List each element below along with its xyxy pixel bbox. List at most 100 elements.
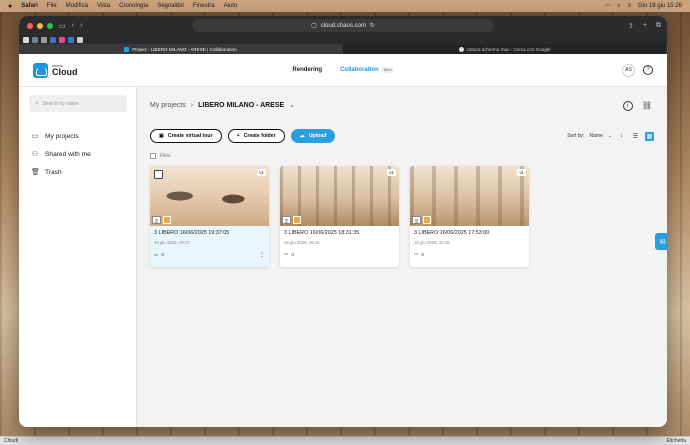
- chaos-cloud-logo[interactable]: chaos Cloud: [33, 62, 78, 78]
- sidebar-item-shared-with-me[interactable]: ⚇ Shared with me: [31, 145, 126, 163]
- status-right-text: Etichetta: [666, 438, 686, 444]
- grid-view-icon[interactable]: ▦: [645, 131, 654, 141]
- wifi-icon[interactable]: ◠: [605, 3, 610, 10]
- upload-button[interactable]: ☁ Upload: [290, 129, 336, 143]
- plus-icon: +: [236, 133, 240, 139]
- favorite-5-icon[interactable]: [59, 36, 65, 43]
- browser-toolbar: ▭ ‹ › ▢ cloud.chaos.com ↻ ⇪ + ⧉: [19, 16, 667, 35]
- favorite-4-icon[interactable]: [50, 36, 56, 43]
- tab-collaboration[interactable]: Project - LIBERO MILANO - ARESE | Collab…: [19, 44, 343, 54]
- more-options-icon[interactable]: ⋮: [259, 251, 265, 258]
- tab-label: cattura schermo mac - Cerca con Google: [466, 46, 551, 52]
- breadcrumb: My projects › LIBERO MILANO - ARESE ⌄: [150, 101, 654, 110]
- chevron-down-icon[interactable]: ⌄: [608, 133, 612, 139]
- address-text: cloud.chaos.com: [320, 22, 366, 29]
- user-avatar[interactable]: AS: [622, 63, 635, 77]
- background-status-bar: Chiudi Etichetta: [0, 436, 690, 445]
- sort-label: Sort by:: [567, 133, 585, 139]
- sort-direction-icon[interactable]: ↓: [617, 132, 626, 141]
- file-title: 3 LIBERO 16/06/2025 18:31:35: [284, 230, 360, 236]
- file-card[interactable]: v1 ◫ 3 LIBERO 16/06/2025 17:53:00 16 giu…: [410, 166, 529, 267]
- breadcrumb-root[interactable]: My projects: [150, 102, 186, 109]
- file-checkbox[interactable]: [154, 170, 163, 179]
- create-folder-button[interactable]: + Create folder: [227, 129, 285, 143]
- panorama-type-icon: ◫: [152, 216, 161, 224]
- favorites-bar: [19, 35, 667, 44]
- status-badge-icon: [163, 216, 171, 224]
- file-card[interactable]: v1 ◫ 3 LIBERO 16/06/2025 18:31:35 16 giu…: [280, 166, 399, 267]
- tab-bar: Project - LIBERO MILANO - ARESE | Collab…: [19, 44, 667, 54]
- zoom-window-button[interactable]: [47, 22, 53, 29]
- menu-file[interactable]: File: [47, 3, 57, 9]
- panorama-thumbnail[interactable]: v1 ◫: [150, 166, 269, 226]
- help-icon[interactable]: ?: [643, 65, 653, 75]
- chevron-down-icon[interactable]: ⌄: [289, 101, 295, 109]
- app-header: chaos Cloud Rendering Collaboration Beta …: [19, 54, 667, 87]
- version-badge: v1: [257, 169, 266, 176]
- sidebar-item-label: Trash: [45, 168, 62, 176]
- favorite-1-icon[interactable]: [23, 36, 29, 43]
- info-icon[interactable]: i: [622, 101, 633, 111]
- chaos-favicon-icon: [124, 46, 130, 52]
- file-date: 18 giu 2025, 19:37: [154, 240, 190, 245]
- panorama-thumbnail[interactable]: v1 ◫: [410, 166, 529, 226]
- select-all-checkbox[interactable]: [150, 153, 156, 159]
- share-icon[interactable]: ⇪: [628, 22, 634, 30]
- comment-count: 0: [421, 251, 424, 257]
- sidebar-item-label: Shared with me: [45, 150, 91, 158]
- sort-select[interactable]: Name: [589, 133, 602, 139]
- menu-segnalibri[interactable]: Segnalibri: [157, 3, 184, 9]
- apple-icon[interactable]: ●: [8, 3, 12, 10]
- favorite-2-icon[interactable]: [32, 36, 38, 43]
- version-badge: v1: [387, 169, 396, 176]
- sidebar-item-label: My projects: [45, 132, 79, 140]
- search-placeholder: Search by name: [42, 100, 79, 107]
- folder-icon: ▭: [31, 133, 39, 140]
- nav-collaboration-label: Collaboration: [340, 67, 379, 73]
- favorite-3-icon[interactable]: [41, 36, 47, 43]
- search-icon[interactable]: ⌕: [617, 3, 620, 10]
- back-icon[interactable]: ‹: [72, 22, 74, 29]
- macos-menu-bar: ● Safari File Modifica Vista Cronologia …: [0, 0, 690, 12]
- sidebar-item-trash[interactable]: 🗑 Trash: [31, 163, 126, 181]
- menu-cronologia[interactable]: Cronologia: [119, 3, 148, 9]
- minimize-window-button[interactable]: [37, 22, 43, 29]
- chat-support-button[interactable]: ✉: [655, 233, 667, 250]
- sidebar-toggle-icon[interactable]: ▭: [59, 22, 66, 30]
- sidebar-item-my-projects[interactable]: ▭ My projects: [31, 127, 126, 145]
- menu-finestra[interactable]: Finestra: [193, 3, 215, 9]
- menu-app-name[interactable]: Safari: [21, 3, 38, 9]
- link-icon[interactable]: ⛓: [642, 101, 652, 111]
- new-tab-icon[interactable]: +: [643, 22, 647, 30]
- close-window-button[interactable]: [27, 22, 33, 29]
- cloud-logo-icon: [33, 62, 48, 78]
- search-input[interactable]: ⌕ Search by name: [29, 95, 127, 112]
- toolbar-right: ⇪ + ⧉: [628, 22, 661, 30]
- address-bar[interactable]: ▢ cloud.chaos.com ↻: [193, 19, 493, 32]
- file-card[interactable]: v1 ◫ 3 LIBERO 16/06/2025 19:37:05 18 giu…: [150, 166, 269, 267]
- logo-product-text: Cloud: [52, 66, 78, 77]
- list-view-icon[interactable]: ☰: [631, 132, 640, 141]
- favorite-6-icon[interactable]: [68, 36, 74, 43]
- chat-icon: ✉: [659, 238, 666, 246]
- favorite-7-icon[interactable]: [77, 36, 83, 43]
- users-icon: ⚇: [31, 151, 39, 158]
- create-virtual-tour-button[interactable]: ▣ Create virtual tour: [150, 129, 222, 143]
- safari-window: ▭ ‹ › ▢ cloud.chaos.com ↻ ⇪ + ⧉ Project …: [19, 16, 667, 427]
- tab-overview-icon[interactable]: ⧉: [656, 22, 661, 30]
- file-title: 3 LIBERO 16/06/2025 19:37:05: [154, 230, 230, 236]
- control-center-icon[interactable]: ≡: [627, 3, 631, 9]
- menu-vista[interactable]: Vista: [97, 3, 110, 9]
- menu-aiuto[interactable]: Aiuto: [224, 3, 238, 9]
- project-tools: i ⛓: [622, 101, 652, 111]
- nav-collaboration[interactable]: Collaboration Beta: [340, 67, 394, 73]
- comment-icon: ▭: [154, 251, 159, 257]
- tab-google-search[interactable]: cattura schermo mac - Cerca con Google: [343, 44, 667, 54]
- tab-label: Project - LIBERO MILANO - ARESE | Collab…: [132, 46, 237, 52]
- nav-rendering[interactable]: Rendering: [292, 67, 322, 73]
- reload-icon[interactable]: ↻: [370, 22, 375, 29]
- clock[interactable]: Gio 19 giu 15:26: [638, 3, 682, 9]
- panorama-thumbnail[interactable]: v1 ◫: [280, 166, 399, 226]
- forward-icon[interactable]: ›: [80, 22, 82, 29]
- menu-modifica[interactable]: Modifica: [66, 3, 88, 9]
